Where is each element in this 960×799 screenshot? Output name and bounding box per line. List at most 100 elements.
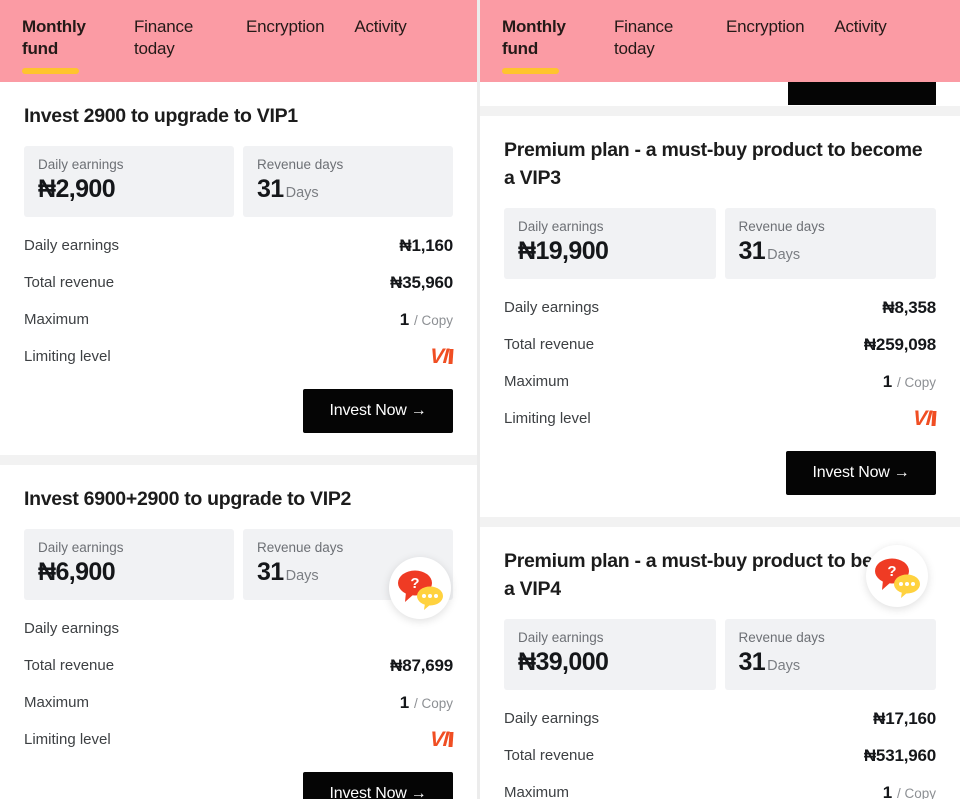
tab-encryption[interactable]: Encryption xyxy=(726,16,805,38)
top-nav-bar: Monthly fund Finance today Encryption Ac… xyxy=(480,0,960,82)
tab-monthly-fund[interactable]: Monthly fund xyxy=(502,16,584,74)
stat-value: ₦6,900 xyxy=(38,558,116,586)
tab-finance-today[interactable]: Finance today xyxy=(134,16,216,60)
tab-activity[interactable]: Activity xyxy=(834,16,886,38)
stat-value: 31 Days xyxy=(739,648,923,677)
days-unit: Days xyxy=(285,568,319,584)
cta-row: Invest Now → xyxy=(24,772,453,799)
days-number: 31 xyxy=(257,175,284,203)
tab-label: Monthly fund xyxy=(502,17,566,58)
row-value: ₦1,160 xyxy=(399,235,453,255)
active-tab-underline xyxy=(22,68,79,74)
top-nav-bar: Monthly fund Finance today Encryption Ac… xyxy=(0,0,477,82)
vip-level-icon: VI xyxy=(429,728,454,751)
plan-list[interactable]: Invest 2900 to upgrade to VIP1 Daily ear… xyxy=(0,82,477,799)
days-number: 31 xyxy=(738,648,766,676)
stat-label: Revenue days xyxy=(257,540,344,555)
stat-label: Daily earnings xyxy=(38,540,124,555)
detail-row-total-revenue: Total revenue ₦259,098 xyxy=(504,326,936,363)
cta-label: Invest Now xyxy=(812,464,890,481)
vip-mark-text: VI xyxy=(429,728,449,751)
tab-encryption[interactable]: Encryption xyxy=(246,16,325,38)
row-value: ₦8,358 xyxy=(882,297,936,317)
help-chat-fab[interactable]: ? xyxy=(866,545,928,607)
row-label: Maximum xyxy=(24,694,90,711)
tab-label: Finance today xyxy=(614,17,674,58)
detail-row-daily-earnings: Daily earnings ₦1,160 xyxy=(24,227,453,264)
left-phone-screen: Monthly fund Finance today Encryption Ac… xyxy=(0,0,477,799)
vip-mark-text: VI xyxy=(912,407,932,430)
copy-suffix: / Copy xyxy=(896,374,936,390)
stat-label: Revenue days xyxy=(738,630,825,645)
stat-label: Revenue days xyxy=(738,219,825,234)
copy-suffix: / Copy xyxy=(413,695,453,711)
right-phone-screen: Monthly fund Finance today Encryption Ac… xyxy=(480,0,960,799)
vip-level-icon: VI xyxy=(429,345,454,368)
vip-mark-bar xyxy=(931,411,937,426)
plan-card-vip2: Invest 6900+2900 to upgrade to VIP2 Dail… xyxy=(0,465,477,799)
cta-row: Invest Now → xyxy=(24,389,453,433)
stat-value: 31 Days xyxy=(739,237,923,266)
tab-finance-today[interactable]: Finance today xyxy=(614,16,696,60)
row-label: Maximum xyxy=(24,311,90,328)
plan-title: Invest 2900 to upgrade to VIP1 xyxy=(24,105,298,127)
stat-daily-earnings: Daily earnings ₦19,900 xyxy=(504,208,716,279)
plan-card-vip3: Premium plan - a must-buy product to bec… xyxy=(480,116,960,517)
detail-row-maximum: Maximum 1/ Copy xyxy=(504,363,936,400)
plan-card-vip1: Invest 2900 to upgrade to VIP1 Daily ear… xyxy=(0,82,477,455)
row-label: Total revenue xyxy=(504,747,595,764)
vip-mark-text: VI xyxy=(429,345,449,368)
copy-suffix: / Copy xyxy=(413,312,453,328)
plan-stats: Daily earnings ₦2,900 Revenue days 31 Day… xyxy=(24,146,453,217)
plan-title: Premium plan - a must-buy product to bec… xyxy=(504,139,923,189)
invest-now-button-clipped[interactable] xyxy=(788,82,936,105)
row-label: Limiting level xyxy=(504,410,591,427)
row-value: 1/ Copy xyxy=(400,310,453,330)
invest-now-button[interactable]: Invest Now → xyxy=(303,389,453,433)
svg-text:?: ? xyxy=(887,563,896,580)
stat-revenue-days: Revenue days 31 Days xyxy=(724,619,936,690)
vip-mark-bar xyxy=(448,349,454,364)
detail-row-maximum: Maximum 1/ Copy xyxy=(24,301,453,338)
arrow-right-icon: → xyxy=(410,785,427,799)
detail-row-total-revenue: Total revenue ₦531,960 xyxy=(504,737,936,774)
row-label: Maximum xyxy=(504,373,570,390)
detail-row-daily-earnings: Daily earnings ₦17,160 xyxy=(504,700,936,737)
row-label: Total revenue xyxy=(504,336,595,353)
chat-bubble-icon: ? xyxy=(398,570,443,610)
plan-detail-rows: Daily earnings ₦1,160 Total revenue ₦35,… xyxy=(24,227,454,375)
plan-detail-rows: Daily earnings ₦8,358 Total revenue ₦259… xyxy=(504,289,937,437)
row-label: Limiting level xyxy=(24,348,111,365)
tab-activity[interactable]: Activity xyxy=(354,16,406,38)
days-number: 31 xyxy=(738,237,766,265)
stat-label: Revenue days xyxy=(257,157,344,172)
plan-list[interactable]: Premium plan - a must-buy product to bec… xyxy=(480,82,960,799)
row-label: Total revenue xyxy=(24,657,115,674)
invest-now-button[interactable]: Invest Now → xyxy=(303,772,453,799)
maximum-number: 1 xyxy=(882,371,892,391)
row-label: Daily earnings xyxy=(24,237,120,254)
plan-stats: Daily earnings ₦19,900 Revenue days 31 Da… xyxy=(504,208,936,279)
invest-now-button[interactable]: Invest Now → xyxy=(786,451,936,495)
arrow-right-icon: → xyxy=(410,402,427,419)
tab-monthly-fund[interactable]: Monthly fund xyxy=(22,16,104,74)
stat-label: Daily earnings xyxy=(518,219,604,234)
tab-label: Encryption xyxy=(246,17,325,36)
row-label: Maximum xyxy=(504,784,570,799)
row-value: ₦259,098 xyxy=(863,334,936,354)
help-chat-fab[interactable]: ? xyxy=(389,557,451,619)
vip-level-icon: VI xyxy=(912,407,937,430)
stat-label: Daily earnings xyxy=(518,630,604,645)
days-number: 31 xyxy=(257,558,284,586)
detail-row-daily-earnings: Daily earnings ₦8,358 xyxy=(504,289,936,326)
row-value: 1/ Copy xyxy=(883,372,936,392)
cta-label: Invest Now xyxy=(329,785,407,799)
row-value: 1/ Copy xyxy=(883,783,936,799)
row-value: 1/ Copy xyxy=(400,693,453,713)
plan-detail-rows: Daily earnings ₦17,160 Total revenue ₦53… xyxy=(504,700,936,799)
stat-value: ₦19,900 xyxy=(518,237,609,265)
arrow-right-icon: → xyxy=(893,464,910,481)
row-label: Daily earnings xyxy=(24,620,120,637)
svg-text:?: ? xyxy=(410,575,419,592)
previous-card-bottom-clipped xyxy=(480,82,960,106)
